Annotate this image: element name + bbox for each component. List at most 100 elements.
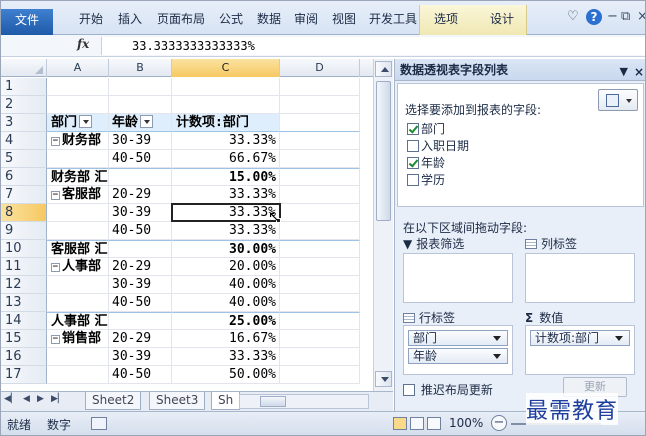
- cell-a[interactable]: [47, 204, 109, 222]
- zoom-out-icon[interactable]: −: [491, 415, 507, 431]
- cell-b[interactable]: 年龄: [109, 114, 172, 132]
- scroll-down-button[interactable]: [375, 371, 392, 387]
- row-header[interactable]: 14: [1, 312, 47, 330]
- checkbox-checked[interactable]: [407, 157, 419, 169]
- horizontal-scroll-thumb[interactable]: [260, 396, 286, 407]
- horizontal-scrollbar[interactable]: [239, 394, 369, 409]
- zoom-level[interactable]: 100%: [449, 416, 483, 430]
- checkbox-checked[interactable]: [407, 123, 419, 135]
- cell-a[interactable]: 人事部 汇总: [47, 312, 109, 330]
- cell-c[interactable]: 40.00%: [172, 276, 280, 294]
- cell-b[interactable]: 20-29: [109, 186, 172, 204]
- tab-view[interactable]: 视图: [332, 9, 356, 29]
- select-all-button[interactable]: [1, 59, 47, 77]
- cell-d[interactable]: [280, 330, 360, 348]
- cell-c[interactable]: [172, 96, 280, 114]
- row-field-age[interactable]: 年龄: [408, 348, 508, 364]
- row-labels-area[interactable]: 部门 年龄: [403, 325, 513, 375]
- cell-b[interactable]: 20-29: [109, 258, 172, 276]
- column-header-c[interactable]: C: [172, 59, 280, 77]
- cell-a[interactable]: 财务部 汇总: [47, 168, 109, 186]
- cell-b[interactable]: 30-39: [109, 276, 172, 294]
- cell-d[interactable]: [280, 78, 360, 96]
- row-header[interactable]: 13: [1, 294, 47, 312]
- cell-a[interactable]: 客服部 汇总: [47, 240, 109, 258]
- panel-menu-icon[interactable]: ▼: [620, 61, 628, 83]
- collapse-icon[interactable]: −: [51, 263, 60, 272]
- cell-c[interactable]: 30.00%: [172, 240, 280, 258]
- last-sheet-icon[interactable]: ▶▏: [51, 394, 65, 404]
- row-header[interactable]: 12: [1, 276, 47, 294]
- row-field-department[interactable]: 部门: [408, 330, 508, 346]
- row-header[interactable]: 11: [1, 258, 47, 276]
- row-header[interactable]: 17: [1, 366, 47, 384]
- page-break-view-icon[interactable]: [427, 417, 441, 430]
- cell-b[interactable]: [109, 96, 172, 114]
- scroll-up-button[interactable]: [375, 61, 392, 77]
- name-box[interactable]: [3, 38, 55, 54]
- row-header[interactable]: 16: [1, 348, 47, 366]
- row-header[interactable]: 3: [1, 114, 47, 132]
- cell-b[interactable]: 40-50: [109, 222, 172, 240]
- defer-layout-update[interactable]: 推迟布局更新: [403, 381, 493, 398]
- value-field-count-department[interactable]: 计数项:部门: [530, 330, 630, 346]
- cell-a[interactable]: [47, 366, 109, 384]
- field-layout-button[interactable]: [598, 89, 638, 111]
- column-header-a[interactable]: A: [47, 59, 109, 77]
- cell-d[interactable]: [280, 312, 360, 330]
- cell-c[interactable]: 25.00%: [172, 312, 280, 330]
- column-header-b[interactable]: B: [109, 59, 172, 77]
- cell-b[interactable]: [109, 240, 172, 258]
- cell-c[interactable]: 15.00%: [172, 168, 280, 186]
- tab-home[interactable]: 开始: [79, 9, 103, 29]
- tab-options[interactable]: 选项: [434, 9, 458, 29]
- tab-page-layout[interactable]: 页面布局: [157, 9, 205, 29]
- page-layout-view-icon[interactable]: [410, 417, 424, 430]
- cell-b[interactable]: [109, 78, 172, 96]
- cell-a[interactable]: − 财务部: [47, 132, 109, 150]
- cell-c[interactable]: 33.33%: [172, 348, 280, 366]
- sheet-tab-sheet2[interactable]: Sheet2: [85, 392, 142, 410]
- cell-d[interactable]: [280, 348, 360, 366]
- cell-d[interactable]: [280, 276, 360, 294]
- tab-data[interactable]: 数据: [257, 9, 281, 29]
- field-item-hire-date[interactable]: 入职日期: [407, 138, 469, 154]
- cell-b[interactable]: [109, 168, 172, 186]
- cell-b[interactable]: 30-39: [109, 204, 172, 222]
- insert-function-icon[interactable]: fx: [77, 37, 89, 51]
- next-sheet-icon[interactable]: ▶: [37, 394, 44, 404]
- first-sheet-icon[interactable]: ◀▏: [4, 394, 18, 404]
- defer-checkbox[interactable]: [403, 384, 415, 396]
- collapse-icon[interactable]: −: [51, 191, 60, 200]
- cell-d[interactable]: [280, 150, 360, 168]
- help-icon[interactable]: ?: [586, 9, 602, 25]
- checkbox-unchecked[interactable]: [407, 174, 419, 186]
- cell-a[interactable]: [47, 96, 109, 114]
- row-header[interactable]: 15: [1, 330, 47, 348]
- cell-c[interactable]: 计数项:部门: [172, 114, 280, 132]
- tab-formulas[interactable]: 公式: [219, 9, 243, 29]
- field-item-age[interactable]: 年龄: [407, 155, 445, 171]
- cell-c[interactable]: 33.33%: [172, 222, 280, 240]
- cell-d[interactable]: [280, 168, 360, 186]
- close-icon[interactable]: ×: [637, 9, 645, 24]
- cell-b[interactable]: 40-50: [109, 366, 172, 384]
- row-header[interactable]: 10: [1, 240, 47, 258]
- cell-d[interactable]: [280, 132, 360, 150]
- row-header[interactable]: 6: [1, 168, 47, 186]
- column-labels-area[interactable]: [525, 253, 635, 303]
- cell-b[interactable]: 40-50: [109, 150, 172, 168]
- normal-view-icon[interactable]: [393, 417, 407, 430]
- row-header[interactable]: 7: [1, 186, 47, 204]
- cell-b[interactable]: 30-39: [109, 348, 172, 366]
- cell-d[interactable]: [280, 258, 360, 276]
- tab-review[interactable]: 审阅: [294, 9, 318, 29]
- cell-d[interactable]: [280, 186, 360, 204]
- cell-c[interactable]: 50.00%: [172, 366, 280, 384]
- cell-c[interactable]: 33.33%: [172, 204, 280, 222]
- tab-insert[interactable]: 插入: [118, 9, 142, 29]
- vertical-scrollbar[interactable]: [373, 59, 393, 391]
- row-header[interactable]: 9: [1, 222, 47, 240]
- cell-d[interactable]: [280, 366, 360, 384]
- cell-c[interactable]: [172, 78, 280, 96]
